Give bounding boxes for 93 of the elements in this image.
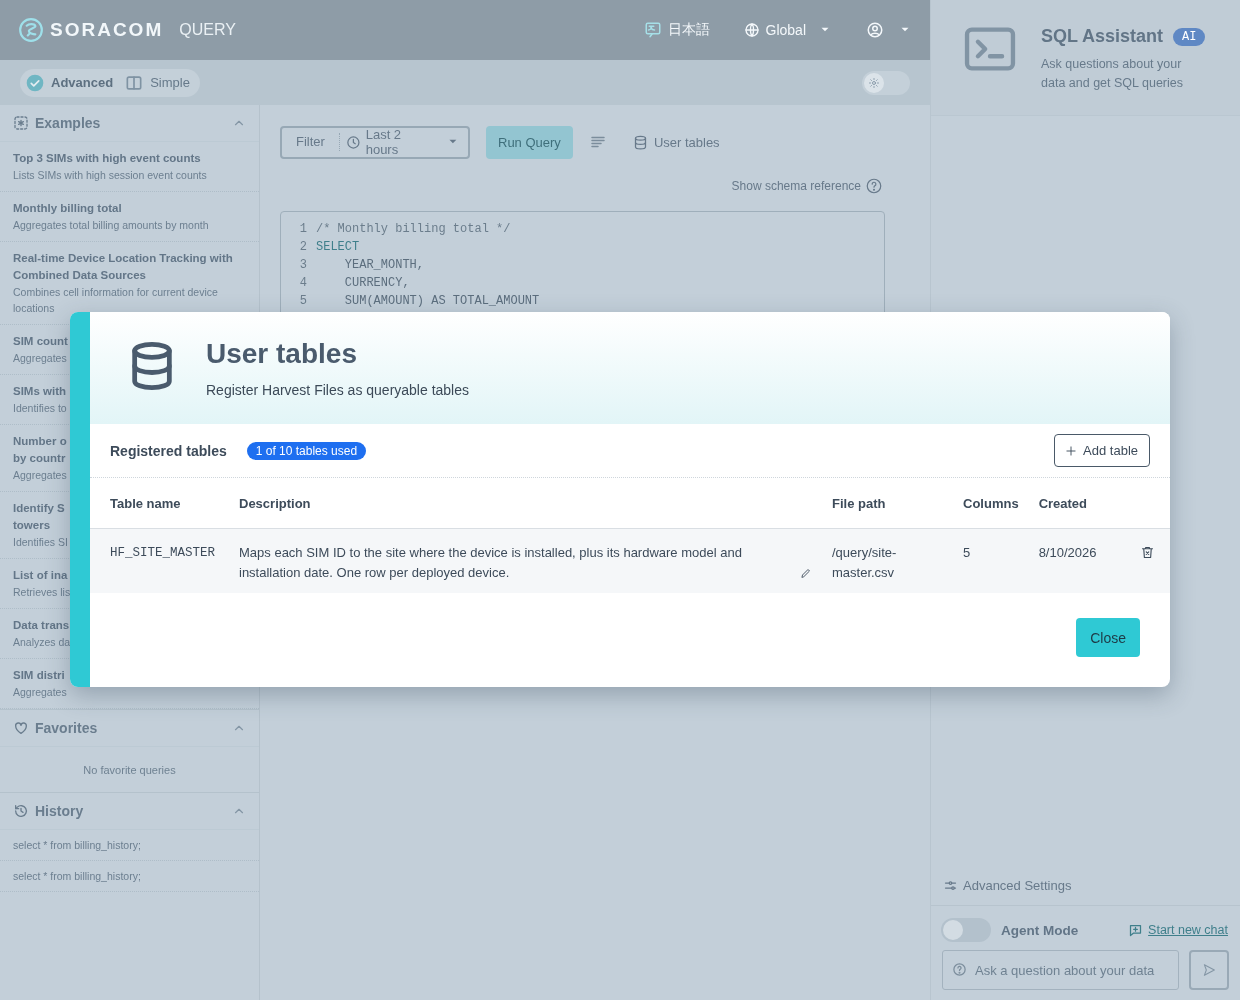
code-line: SUM(AMOUNT) AS TOTAL_AMOUNT (343, 293, 540, 310)
assistant-title: SQL Assistant (1041, 26, 1164, 47)
logo-icon (18, 17, 44, 43)
example-title[interactable]: Real-time Device Location Tracking with Combined Data Sources (13, 250, 246, 284)
column-header: Description (219, 478, 812, 529)
example-title[interactable]: SIM count (13, 333, 68, 350)
modal-title: User tables (206, 338, 358, 370)
example-title[interactable]: List of ina (13, 567, 68, 584)
section-title: Registered tables (110, 442, 227, 459)
close-button[interactable]: Close (1076, 618, 1140, 657)
code-line: SELECT (316, 239, 360, 256)
example-title[interactable]: Data trans (13, 617, 70, 634)
language-button[interactable]: 日本語 (643, 21, 710, 39)
table-cell: 8/10/2026 (1018, 528, 1120, 593)
agent-mode-toggle[interactable] (941, 918, 991, 942)
example-description: Aggregates (13, 351, 67, 366)
translate-icon (643, 21, 662, 39)
example-description: Identifies to (13, 401, 67, 416)
theme-toggle[interactable] (862, 70, 910, 95)
time-range-dropdown[interactable]: Last 2 hours (339, 127, 468, 157)
help-icon[interactable] (865, 177, 883, 195)
run-query-button[interactable]: Run Query (486, 125, 573, 159)
user-tables-button[interactable]: User tables (632, 134, 720, 150)
section-title[interactable]: Favorites (35, 720, 226, 736)
product-name: QUERY (179, 21, 236, 39)
mode-tab[interactable]: Advanced (22, 70, 122, 95)
column-header: File path (812, 478, 943, 529)
column-header: Columns (943, 478, 1019, 529)
code-line: CURRENCY, (343, 275, 410, 292)
example-title[interactable]: Identify S towers (13, 500, 65, 534)
question-input[interactable]: Ask a question about your data (942, 950, 1179, 990)
region-dropdown[interactable]: Global (743, 22, 832, 38)
database-icon (632, 134, 648, 150)
example-title[interactable]: Monthly billing total (13, 200, 122, 217)
example-description: Combines cell information for current device locations (13, 285, 219, 316)
ai-badge: AI (1173, 27, 1206, 46)
empty-message: No favorite queries (82, 763, 177, 778)
schema-reference-link[interactable]: Show schema reference (731, 179, 861, 193)
example-description: Aggregates total billing amounts by month (13, 218, 209, 233)
code-line: /* Monthly billing total */ (316, 221, 511, 238)
help-icon (952, 962, 967, 977)
brand-name: SORACOM (50, 19, 164, 41)
example-description: Identifies SI (13, 535, 68, 550)
sun-icon (868, 76, 880, 89)
history-item[interactable]: select * from billing_history; (0, 861, 259, 892)
table-cell: 5 (943, 528, 1019, 593)
line-number: 4 (298, 275, 308, 292)
clock-icon (345, 134, 361, 150)
plus-icon (1064, 443, 1079, 458)
chat-plus-icon (1128, 922, 1144, 938)
example-description: Aggregates (13, 685, 67, 700)
mode-tab[interactable]: Simple (121, 70, 198, 95)
line-number: 1 (298, 221, 308, 238)
globe-icon (743, 22, 760, 38)
table-cell: HF_SITE_MASTER (90, 528, 219, 593)
code-line: YEAR_MONTH, (343, 257, 425, 274)
history-item[interactable]: select * from billing_history; (0, 830, 259, 861)
send-button[interactable] (1189, 950, 1229, 990)
section-title[interactable]: Examples (35, 115, 226, 131)
modal-subtitle: Register Harvest Files as queryable tables (206, 382, 469, 398)
send-icon (1201, 962, 1217, 978)
line-number: 2 (298, 239, 308, 256)
check-icon (25, 72, 45, 93)
example-description: Retrieves lis (13, 585, 71, 600)
usage-badge: 1 of 10 tables used (246, 441, 367, 460)
sliders-icon (943, 878, 958, 893)
example-title[interactable]: SIM distri (13, 667, 65, 684)
table-cell: /query/site-master.csv (812, 528, 943, 593)
add-table-button[interactable]: Add table (1054, 434, 1150, 467)
new-chat-link[interactable]: Start new chat (1148, 923, 1228, 937)
column-header: Created (1018, 478, 1120, 529)
user-icon (866, 21, 884, 39)
line-number: 3 (298, 257, 308, 274)
pencil-icon[interactable] (800, 567, 812, 579)
history-icon (13, 803, 29, 819)
sparkle-icon (13, 115, 29, 131)
example-description: Lists SIMs with high session event counts (13, 168, 207, 183)
agent-mode-label: Agent Mode (1001, 922, 1080, 938)
example-title[interactable]: Top 3 SIMs with high event counts (13, 150, 201, 167)
column-header: Table name (90, 478, 219, 529)
example-description: Analyzes da (13, 635, 71, 650)
line-number: 5 (298, 293, 308, 310)
filter-field[interactable]: Filter Last 2 hours (280, 125, 470, 159)
table-cell-text: Maps each SIM ID to the site where the device is installed, plus its hardware model and installation date. One row per deployed device. (239, 544, 743, 582)
trash-icon[interactable] (1140, 545, 1155, 560)
example-title[interactable]: SIMs with (13, 383, 67, 400)
filter-label: Filter (282, 133, 340, 151)
heart-icon (13, 720, 29, 736)
advanced-settings-link[interactable]: Advanced Settings (963, 878, 1072, 893)
section-title[interactable]: History (35, 803, 226, 819)
example-title[interactable]: Number o by countr (13, 433, 67, 467)
example-description: Aggregates (13, 468, 67, 483)
assistant-subtitle: Ask questions about your data and get SQL queries (1041, 56, 1184, 92)
